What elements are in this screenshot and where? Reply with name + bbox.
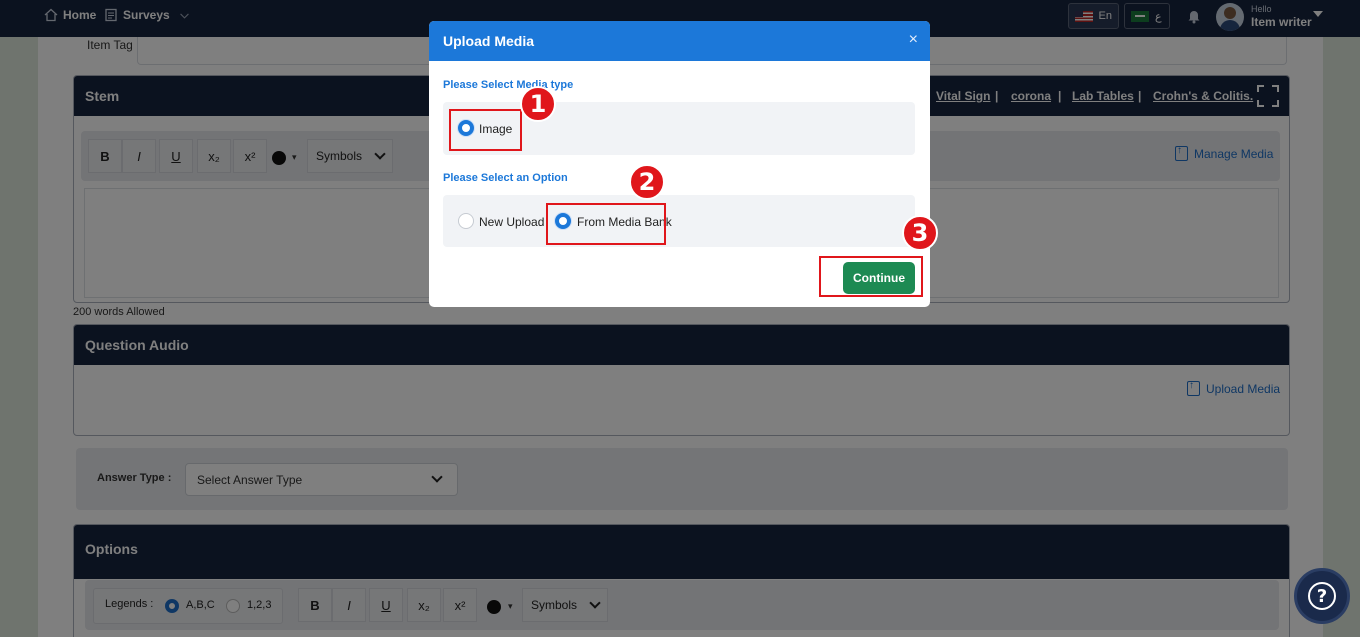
- highlight-box-media-bank: [546, 203, 666, 245]
- close-icon[interactable]: ×: [909, 32, 918, 48]
- new-upload-label[interactable]: New Upload: [479, 215, 544, 229]
- help-button[interactable]: ?: [1294, 568, 1350, 624]
- highlight-box-continue: [819, 256, 923, 297]
- step-badge: 2: [629, 164, 665, 200]
- highlight-box-image: [449, 109, 522, 151]
- step-badge: 1: [520, 86, 556, 122]
- new-upload-radio[interactable]: [458, 213, 474, 229]
- option-heading: Please Select an Option: [443, 172, 568, 184]
- step-badge: 3: [902, 215, 938, 251]
- modal-header: Upload Media ×: [429, 21, 930, 61]
- help-question-icon: ?: [1308, 582, 1336, 610]
- modal-title: Upload Media: [443, 33, 535, 49]
- media-type-heading: Please Select Media type: [443, 79, 574, 91]
